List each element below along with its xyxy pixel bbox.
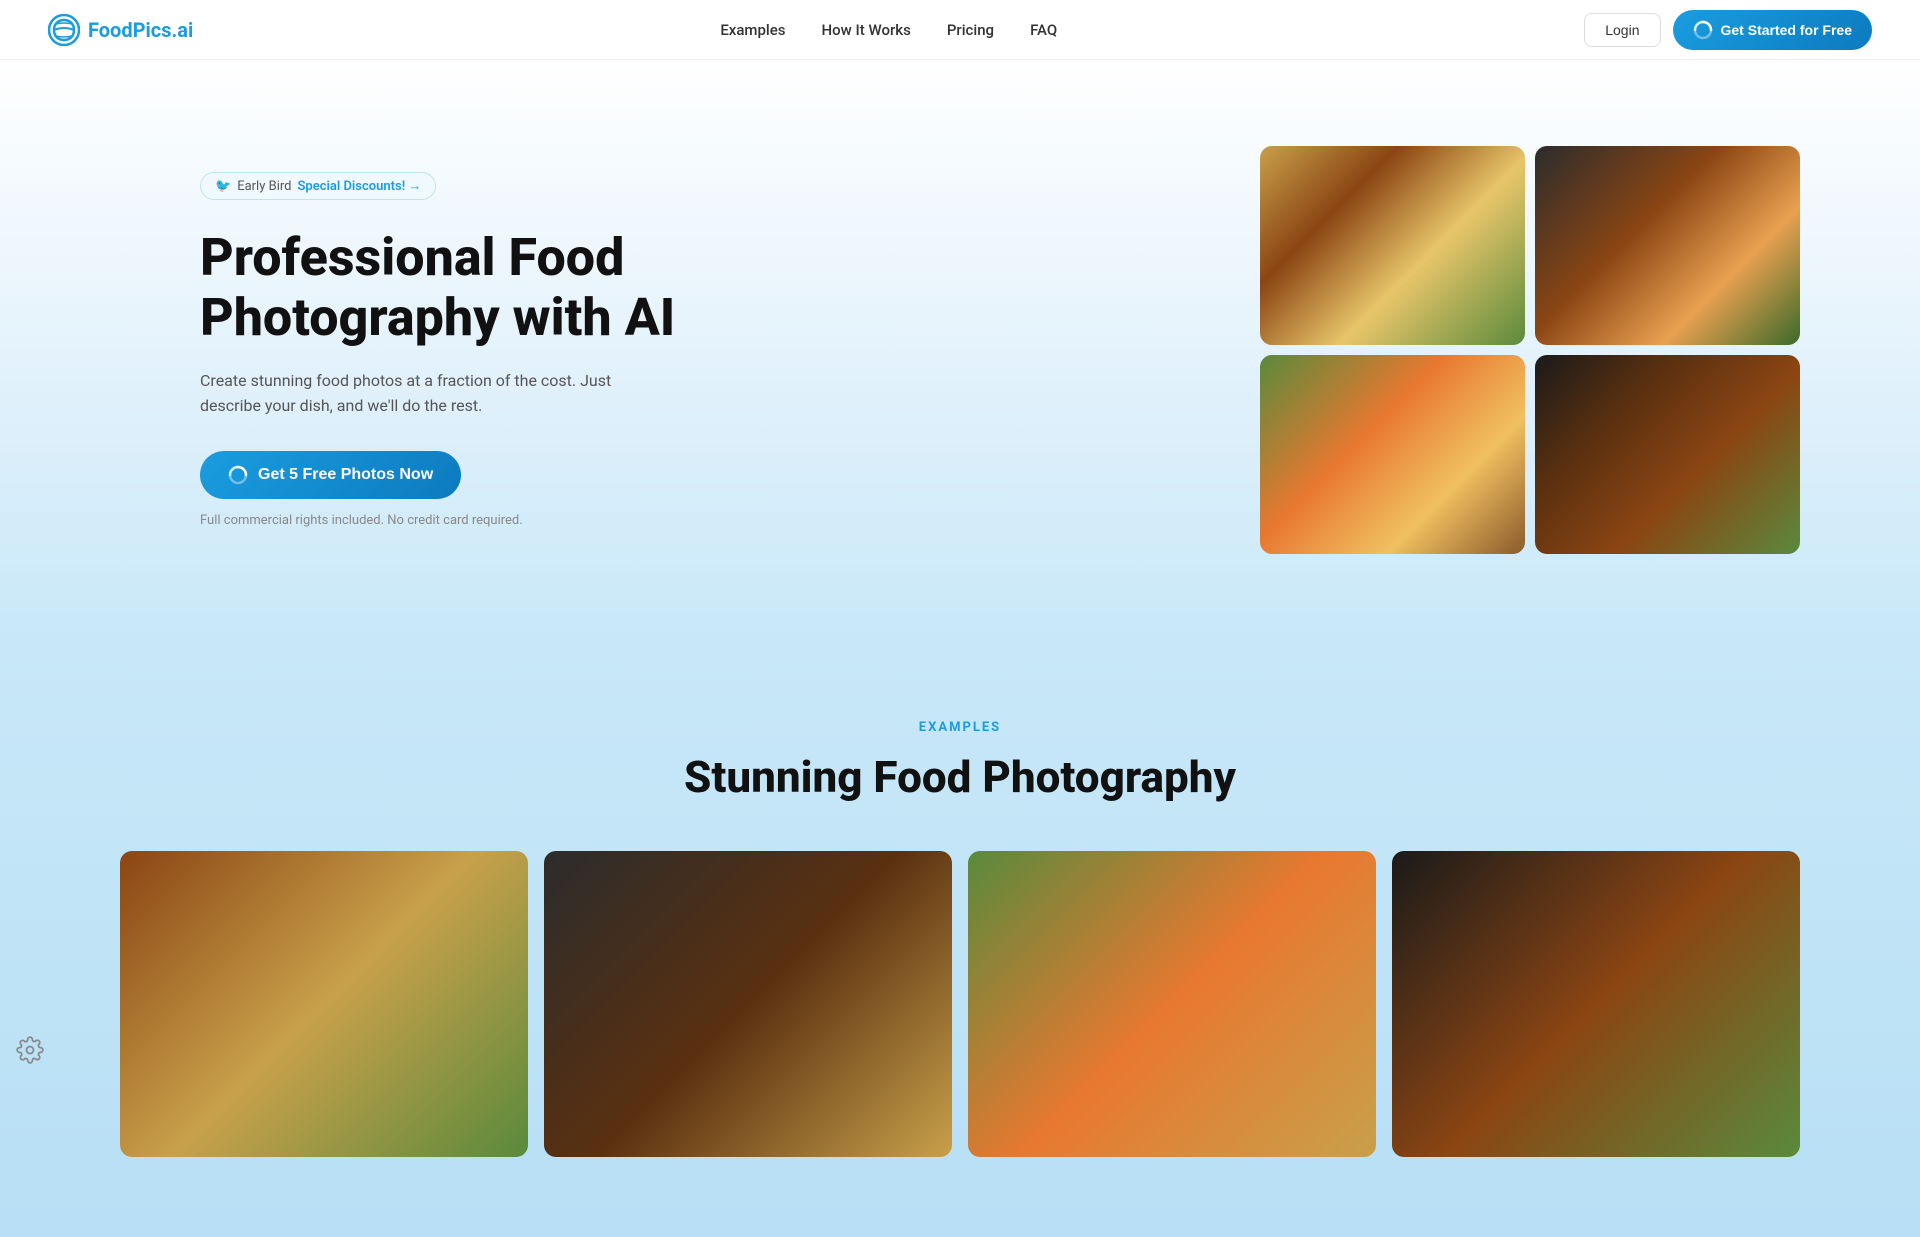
get-photos-button[interactable]: Get 5 Free Photos Now <box>200 451 461 499</box>
hero-image-burger <box>1260 146 1525 345</box>
logo-icon <box>48 14 80 46</box>
login-button[interactable]: Login <box>1584 13 1660 47</box>
hero-image-steak <box>1535 355 1800 554</box>
navbar: FoodPics.ai Examples How It Works Pricin… <box>0 0 1920 60</box>
examples-section-title: Stunning Food Photography <box>120 751 1800 803</box>
logo-link[interactable]: FoodPics.ai <box>48 14 193 46</box>
early-bird-badge: 🐦 Early Bird Special Discounts! → <box>200 172 436 200</box>
hero-title: Professional Food Photography with AI <box>200 228 680 348</box>
hero-cta-spinner-icon <box>228 465 248 485</box>
badge-text: Early Bird <box>237 179 291 194</box>
nav-link-pricing[interactable]: Pricing <box>947 21 994 39</box>
nav-link-faq[interactable]: FAQ <box>1030 21 1057 39</box>
hero-images-grid <box>1260 146 1800 554</box>
nav-link-how-it-works[interactable]: How It Works <box>822 21 911 39</box>
example-image-2 <box>544 851 952 1157</box>
get-photos-label: Get 5 Free Photos Now <box>258 466 433 484</box>
logo-text: FoodPics.ai <box>88 18 193 42</box>
settings-icon[interactable] <box>16 1036 44 1064</box>
hero-left: 🐦 Early Bird Special Discounts! → Profes… <box>200 172 680 528</box>
example-image-3 <box>968 851 1376 1157</box>
get-started-label: Get Started for Free <box>1721 22 1852 38</box>
example-image-4 <box>1392 851 1800 1157</box>
badge-cta-link[interactable]: Special Discounts! → <box>297 178 421 194</box>
examples-section-label: EXAMPLES <box>120 720 1800 735</box>
hero-subtitle: Create stunning food photos at a fractio… <box>200 368 620 419</box>
examples-grid <box>120 851 1800 1157</box>
hero-disclaimer: Full commercial rights included. No cred… <box>200 513 680 528</box>
hero-title-line1: Professional Food <box>200 227 624 288</box>
nav-actions: Login Get Started for Free <box>1584 10 1872 50</box>
nav-link-examples[interactable]: Examples <box>720 21 785 39</box>
nav-links: Examples How It Works Pricing FAQ <box>720 21 1057 39</box>
badge-emoji: 🐦 <box>215 179 231 194</box>
get-started-button[interactable]: Get Started for Free <box>1673 10 1872 50</box>
examples-section: EXAMPLES Stunning Food Photography <box>0 640 1920 1237</box>
hero-title-line2: Photography with AI <box>200 287 675 348</box>
example-image-1 <box>120 851 528 1157</box>
cta-spinner-icon <box>1693 20 1713 40</box>
hero-image-salad <box>1260 355 1525 554</box>
hero-section: 🐦 Early Bird Special Discounts! → Profes… <box>0 60 1920 640</box>
hero-image-tacos <box>1535 146 1800 345</box>
